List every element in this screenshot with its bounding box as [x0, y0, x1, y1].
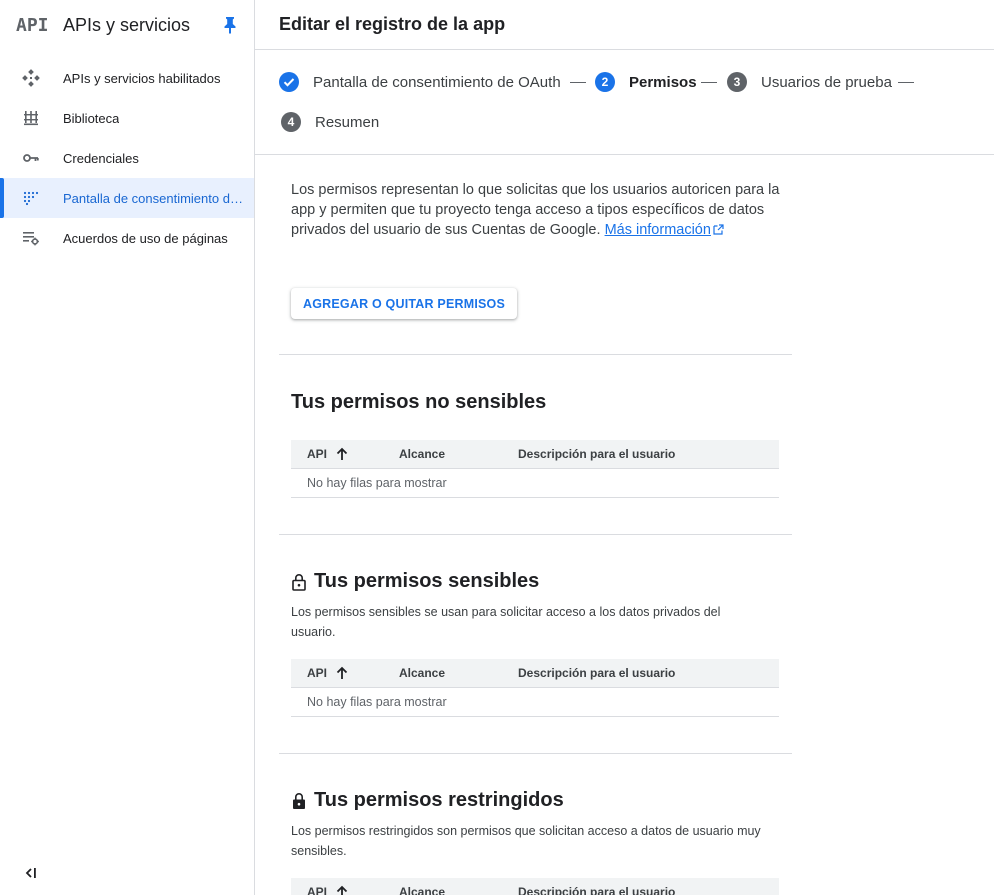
table-header: API Alcance Descripción para el usuario — [291, 440, 779, 469]
section-title-restricted: Tus permisos restringidos — [291, 789, 564, 812]
permissions-intro: Los permisos representan lo que solicita… — [291, 180, 781, 240]
step-connector — [570, 82, 586, 83]
sidebar-item-oauth-consent[interactable]: Pantalla de consentimiento de OAuth — [0, 178, 254, 218]
page-title: Editar el registro de la app — [279, 14, 506, 34]
step-label: Usuarios de prueba — [761, 73, 892, 91]
collapse-sidebar-icon[interactable] — [22, 864, 40, 882]
section-description-sensitive: Los permisos sensibles se usan para soli… — [291, 605, 721, 639]
step-test-users[interactable]: 3 Usuarios de prueba — [727, 72, 892, 92]
column-scope[interactable]: Alcance — [399, 447, 445, 461]
step-label: Permisos — [629, 73, 697, 91]
sidebar-nav: APIs y servicios habilitados Biblioteca … — [0, 58, 254, 258]
sidebar-item-label: APIs y servicios habilitados — [63, 70, 221, 86]
column-scope[interactable]: Alcance — [399, 885, 445, 895]
sidebar: API APIs y servicios APIs y servicios ha… — [0, 0, 255, 895]
step-connector — [701, 82, 717, 83]
dots-grid-icon — [23, 191, 39, 206]
add-remove-scopes-button[interactable]: AGREGAR O QUITAR PERMISOS — [291, 288, 518, 319]
step-label: Resumen — [315, 113, 380, 131]
sidebar-header: API APIs y servicios — [0, 0, 254, 50]
column-label: API — [307, 447, 328, 461]
sensitive-scopes-table: API Alcance Descripción para el usuario … — [291, 659, 779, 717]
table-empty-message: No hay filas para mostrar — [291, 469, 779, 498]
table-empty-message: No hay filas para mostrar — [291, 688, 779, 717]
section-title-text: Tus permisos restringidos — [314, 789, 564, 811]
more-info-link[interactable]: Más información — [605, 222, 711, 238]
step-permissions[interactable]: 2 Permisos — [595, 72, 697, 92]
non-sensitive-scopes-table: API Alcance Descripción para el usuario … — [291, 440, 779, 498]
step-number: 4 — [281, 112, 301, 132]
main-panel: Editar el registro de la app Pantalla de… — [255, 0, 994, 895]
column-api[interactable]: API — [307, 666, 349, 680]
key-icon — [23, 154, 39, 162]
page-header: Editar el registro de la app — [255, 0, 994, 50]
section-divider — [279, 354, 792, 355]
step-connector — [898, 82, 914, 83]
external-link-icon — [713, 224, 724, 235]
sort-ascending-icon — [336, 447, 348, 460]
product-title: APIs y servicios — [63, 14, 191, 35]
step-summary[interactable]: 4 Resumen — [281, 112, 379, 132]
stepper: Pantalla de consentimiento de OAuth 2 Pe… — [255, 50, 994, 155]
sidebar-item-library[interactable]: Biblioteca — [0, 98, 254, 138]
list-settings-icon — [23, 232, 39, 246]
column-user-description[interactable]: Descripción para el usuario — [518, 885, 675, 895]
lock-open-outline-icon — [292, 573, 306, 591]
sidebar-item-label: Biblioteca — [63, 110, 120, 126]
more-info-link-text: Más información — [604, 222, 711, 238]
section-description-restricted: Los permisos restringidos son permisos q… — [291, 824, 761, 858]
api-logo: API — [16, 14, 49, 36]
column-user-description[interactable]: Descripción para el usuario — [518, 666, 675, 680]
sidebar-item-label: Credenciales — [63, 150, 139, 166]
sort-ascending-icon — [336, 666, 348, 679]
column-label: API — [307, 885, 328, 895]
section-title-non-sensitive: Tus permisos no sensibles — [291, 391, 547, 413]
step-number: 3 — [727, 72, 747, 92]
sidebar-item-label: Pantalla de consentimiento de OAuth — [63, 190, 243, 206]
step-number: 2 — [595, 72, 615, 92]
column-user-description[interactable]: Descripción para el usuario — [518, 447, 675, 461]
section-title-sensitive: Tus permisos sensibles — [291, 570, 539, 593]
sort-ascending-icon — [336, 885, 348, 895]
library-icon — [24, 111, 38, 126]
pin-icon[interactable] — [221, 15, 239, 35]
section-divider — [279, 534, 792, 535]
sidebar-item-enabled-apis[interactable]: APIs y servicios habilitados — [0, 58, 254, 98]
table-header: API Alcance Descripción para el usuario — [291, 878, 779, 895]
check-circle-icon — [279, 72, 299, 92]
sidebar-item-credentials[interactable]: Credenciales — [0, 138, 254, 178]
column-label: API — [307, 666, 328, 680]
column-scope[interactable]: Alcance — [399, 666, 445, 680]
column-api[interactable]: API — [307, 885, 349, 895]
lock-icon — [293, 792, 305, 809]
section-divider — [279, 753, 792, 754]
step-label: Pantalla de consentimiento de OAuth — [313, 73, 561, 91]
section-title-text: Tus permisos sensibles — [314, 570, 540, 592]
table-header: API Alcance Descripción para el usuario — [291, 659, 779, 688]
restricted-scopes-table: API Alcance Descripción para el usuario — [291, 878, 779, 895]
diamond-nodes-icon — [22, 69, 40, 87]
sidebar-item-page-usage-agreements[interactable]: Acuerdos de uso de páginas — [0, 218, 254, 258]
column-api[interactable]: API — [307, 447, 349, 461]
sidebar-item-label: Acuerdos de uso de páginas — [63, 230, 228, 246]
step-oauth-consent[interactable]: Pantalla de consentimiento de OAuth — [279, 72, 561, 92]
